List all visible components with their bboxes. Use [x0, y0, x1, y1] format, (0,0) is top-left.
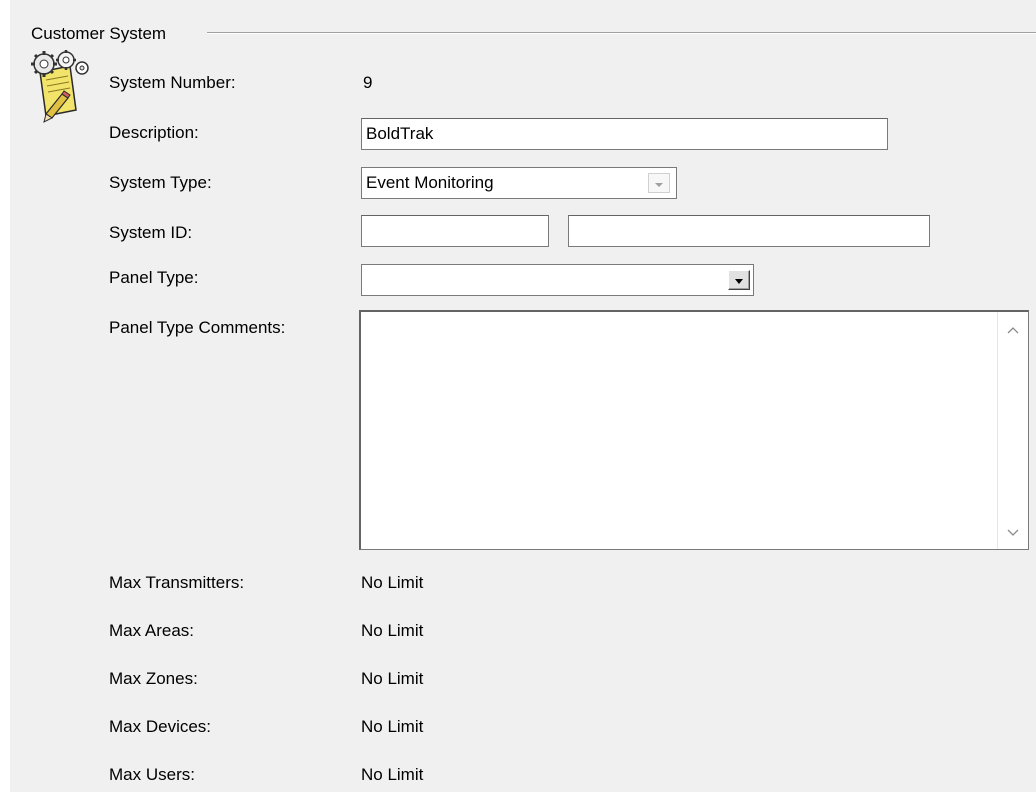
comments-scrollbar[interactable]: [997, 312, 1028, 549]
description-label: Description:: [109, 123, 199, 142]
system-type-combo[interactable]: Event Monitoring: [361, 167, 677, 199]
system-id-label: System ID:: [109, 223, 193, 242]
max-devices-label: Max Devices:: [109, 717, 212, 736]
system-type-dropdown-button[interactable]: [648, 173, 670, 193]
panel-type-comments-label: Panel Type Comments:: [109, 318, 286, 337]
customer-system-panel: Customer System System Number: 9 Descrip…: [0, 0, 1036, 792]
system-id-input-2[interactable]: [568, 215, 930, 247]
max-areas-label: Max Areas:: [109, 621, 195, 640]
panel-type-combo[interactable]: [361, 264, 754, 296]
max-devices-value: No Limit: [361, 717, 424, 736]
system-number-value: 9: [363, 73, 373, 92]
chevron-down-icon: [654, 173, 664, 193]
max-transmitters-value: No Limit: [361, 573, 424, 592]
gear-document-pencil-icon: [26, 50, 94, 124]
panel-type-comments-textarea[interactable]: [359, 310, 1029, 550]
scroll-up-button[interactable]: [998, 314, 1028, 344]
left-edge-strip: [0, 0, 10, 792]
panel-type-label: Panel Type:: [109, 268, 199, 287]
max-zones-label: Max Zones:: [109, 669, 198, 688]
max-users-value: No Limit: [361, 765, 424, 784]
max-transmitters-label: Max Transmitters:: [109, 573, 245, 592]
group-title: Customer System: [31, 24, 173, 44]
chevron-down-icon: [734, 270, 744, 290]
max-areas-value: No Limit: [361, 621, 424, 640]
group-divider: [207, 32, 1036, 34]
description-input[interactable]: BoldTrak: [361, 118, 888, 150]
chevron-up-icon: [1007, 319, 1019, 339]
max-users-label: Max Users:: [109, 765, 195, 784]
system-id-input-1[interactable]: [361, 215, 549, 247]
system-type-value: Event Monitoring: [366, 173, 494, 192]
max-zones-value: No Limit: [361, 669, 424, 688]
scroll-down-button[interactable]: [998, 517, 1028, 547]
chevron-down-icon: [1007, 522, 1019, 542]
panel-type-dropdown-button[interactable]: [728, 270, 750, 290]
system-type-label: System Type:: [109, 173, 212, 192]
system-number-label: System Number:: [109, 73, 236, 92]
